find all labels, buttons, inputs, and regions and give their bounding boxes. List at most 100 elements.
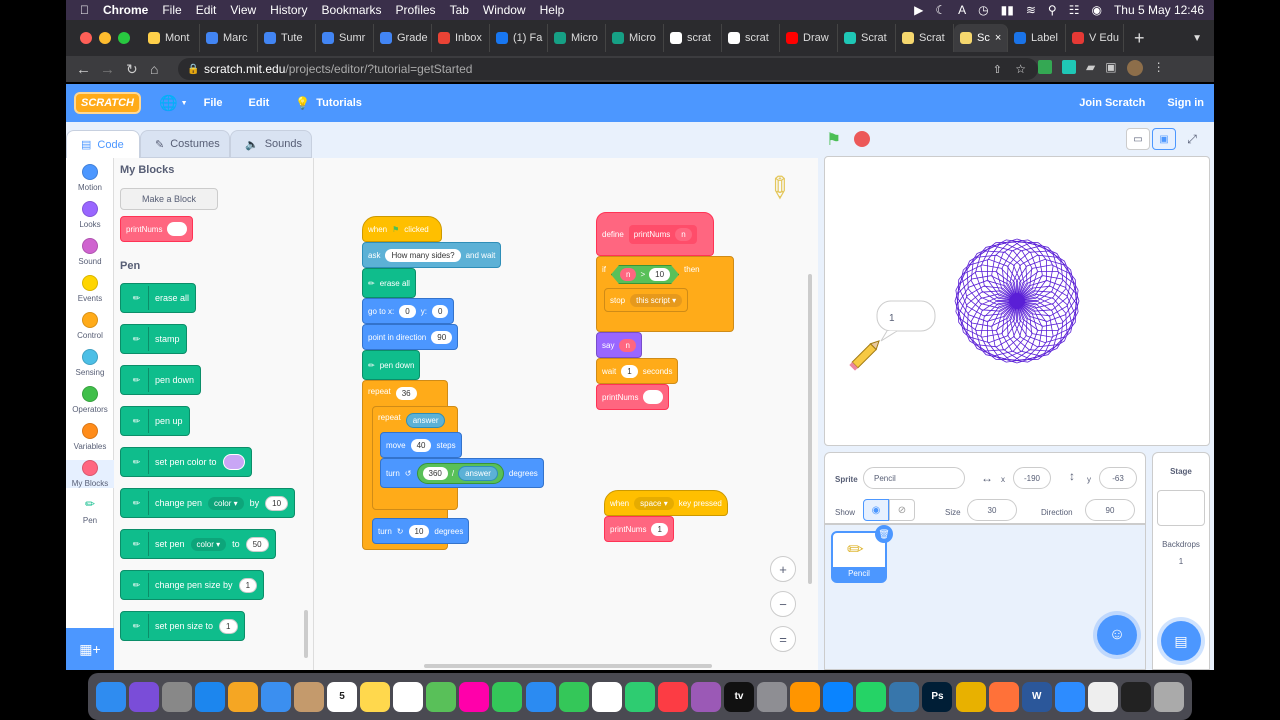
c-app-icon[interactable] (227, 681, 258, 712)
change-pen-by-block[interactable]: ✏ change pen color ▾ by 10 (120, 488, 296, 518)
new-tab-icon[interactable]: + (1134, 28, 1145, 49)
erase-all-script-block[interactable]: ✏ erase all (362, 268, 416, 298)
browser-tab[interactable]: Label (1008, 24, 1066, 52)
wait-seconds-block[interactable]: wait 1 seconds (596, 358, 679, 384)
category-sensing[interactable]: Sensing (66, 349, 114, 377)
focus-moon-icon[interactable]: ☾ (935, 3, 946, 17)
repeat-count-input[interactable]: 36 (395, 387, 417, 400)
podcasts-icon[interactable] (690, 681, 721, 712)
chevron-down-icon[interactable]: ▼ (181, 100, 188, 107)
bookmark-star-icon[interactable]: ☆ (1015, 62, 1026, 76)
clock-icon[interactable]: ◷ (978, 3, 988, 17)
change-pen-value-input[interactable]: 10 (265, 495, 289, 511)
divide-operator[interactable]: 360 / answer (416, 462, 504, 484)
pen-param-dropdown[interactable]: color ▾ (208, 496, 244, 510)
browser-tab[interactable]: Tute (258, 24, 316, 52)
trash-icon[interactable] (1154, 681, 1185, 712)
sign-in-link[interactable]: Sign in (1167, 97, 1204, 109)
printnums-arg-input[interactable] (643, 390, 664, 404)
pen-up-block[interactable]: ✏ pen up (120, 406, 190, 436)
tv-icon[interactable]: tv (724, 681, 755, 712)
direction-input[interactable]: 90 (431, 330, 453, 344)
move-steps-block[interactable]: move 40 steps (380, 432, 462, 458)
menu-history[interactable]: History (270, 3, 307, 17)
play-status-icon[interactable]: ▶ (914, 3, 923, 17)
siri-icon[interactable]: ◉ (1091, 3, 1101, 17)
define-printnums-block[interactable]: define printNums n (596, 212, 714, 256)
answer-reporter[interactable]: answer (405, 413, 446, 428)
stage-panel[interactable]: Stage Backdrops 1 ▤ (1152, 452, 1210, 670)
menu-app-name[interactable]: Chrome (103, 3, 148, 17)
menubar-clock[interactable]: Thu 5 May 12:46 (1114, 3, 1204, 17)
pen-param-dropdown[interactable]: color ▾ (190, 537, 227, 551)
menu-tab[interactable]: Tab (450, 3, 469, 17)
reminders-icon[interactable] (393, 681, 424, 712)
terminal-icon[interactable] (1120, 681, 1151, 712)
messages-icon[interactable] (492, 681, 523, 712)
control-center-icon[interactable]: ☷ (1069, 3, 1080, 17)
ask-question-input[interactable]: How many sides? (385, 248, 461, 262)
more-menu-icon[interactable]: ⋮ (1153, 60, 1165, 76)
set-pen-value-input[interactable]: 50 (245, 536, 269, 552)
set-pen-to-block[interactable]: ✏ set pen color ▾ to 50 (120, 529, 276, 559)
word-icon[interactable]: W (1021, 681, 1052, 712)
when-key-pressed-block[interactable]: when space ▾ key pressed (604, 490, 728, 516)
move-steps-input[interactable]: 40 (410, 438, 432, 452)
change-pen-size-input[interactable]: 1 (238, 577, 258, 593)
category-my-blocks[interactable]: My Blocks (66, 460, 114, 488)
extensions-puzzle-icon[interactable]: ▰ (1086, 60, 1095, 76)
numbers-icon[interactable] (624, 681, 655, 712)
music-icon[interactable] (657, 681, 688, 712)
launchpad-icon[interactable] (161, 681, 192, 712)
sprite-y-input[interactable]: -63 (1099, 467, 1137, 489)
divide-numerator-input[interactable]: 360 (422, 466, 448, 480)
normal-stage-button[interactable]: ▣ (1152, 128, 1176, 150)
siri-icon[interactable] (128, 681, 159, 712)
browser-tab[interactable]: (1) Fa (490, 24, 548, 52)
say-block[interactable]: say n (596, 332, 642, 358)
input-a-icon[interactable]: A (958, 3, 966, 17)
category-sound[interactable]: Sound (66, 238, 114, 266)
extension-sheets-icon[interactable] (1038, 60, 1052, 74)
close-window-button[interactable] (80, 32, 92, 44)
home-icon[interactable]: ⌂ (150, 61, 158, 77)
close-tab-icon[interactable]: × (995, 32, 1001, 44)
browser-tab[interactable]: Scrat (896, 24, 954, 52)
safari-icon[interactable] (194, 681, 225, 712)
firefox-icon[interactable] (988, 681, 1019, 712)
photoshop-icon[interactable]: Ps (922, 681, 953, 712)
wifi-icon[interactable]: ≋ (1026, 3, 1036, 17)
printnums-arg-input[interactable]: 1 (651, 522, 668, 536)
workspace-horizontal-scrollbar[interactable] (424, 664, 712, 668)
browser-tab[interactable]: Mont (142, 24, 200, 52)
zoom-in-button[interactable]: + (770, 556, 796, 582)
category-events[interactable]: Events (66, 275, 114, 303)
stage-thumbnail[interactable] (1157, 490, 1205, 526)
browser-tab[interactable]: Scrat (838, 24, 896, 52)
stop-button[interactable] (854, 131, 870, 147)
apple-icon[interactable]:  (80, 3, 89, 17)
category-motion[interactable]: Motion (66, 164, 114, 192)
small-stage-button[interactable]: ▭ (1126, 128, 1150, 150)
sprite-size-input[interactable]: 30 (967, 499, 1017, 521)
tab-code[interactable]: ▤ Code (66, 130, 140, 158)
printnums-input[interactable] (167, 222, 188, 236)
zoom-icon[interactable] (1054, 681, 1085, 712)
facetime-icon[interactable] (558, 681, 589, 712)
calendar-icon[interactable]: 5 (327, 681, 358, 712)
menu-view[interactable]: View (230, 3, 256, 17)
menu-window[interactable]: Window (483, 3, 526, 17)
stop-option-dropdown[interactable]: this script ▾ (630, 293, 683, 307)
wait-seconds-input[interactable]: 1 (621, 364, 638, 378)
set-pen-size-input[interactable]: 1 (219, 618, 238, 634)
document-icon[interactable] (1087, 681, 1118, 712)
flyout-scrollbar[interactable] (304, 610, 308, 658)
tab-sounds[interactable]: 🔈 Sounds (230, 130, 312, 158)
address-bar[interactable]: 🔒 scratch.mit.edu /projects/editor/?tuto… (178, 58, 1038, 80)
add-extension-button[interactable]: ▦+ (66, 628, 114, 670)
maps-icon[interactable] (426, 681, 457, 712)
param-n[interactable]: n (620, 268, 636, 281)
set-pen-size-block[interactable]: ✏ set pen size to 1 (120, 611, 245, 641)
go-to-x-input[interactable]: 0 (399, 304, 416, 318)
tab-costumes[interactable]: ✎ Costumes (140, 130, 230, 158)
